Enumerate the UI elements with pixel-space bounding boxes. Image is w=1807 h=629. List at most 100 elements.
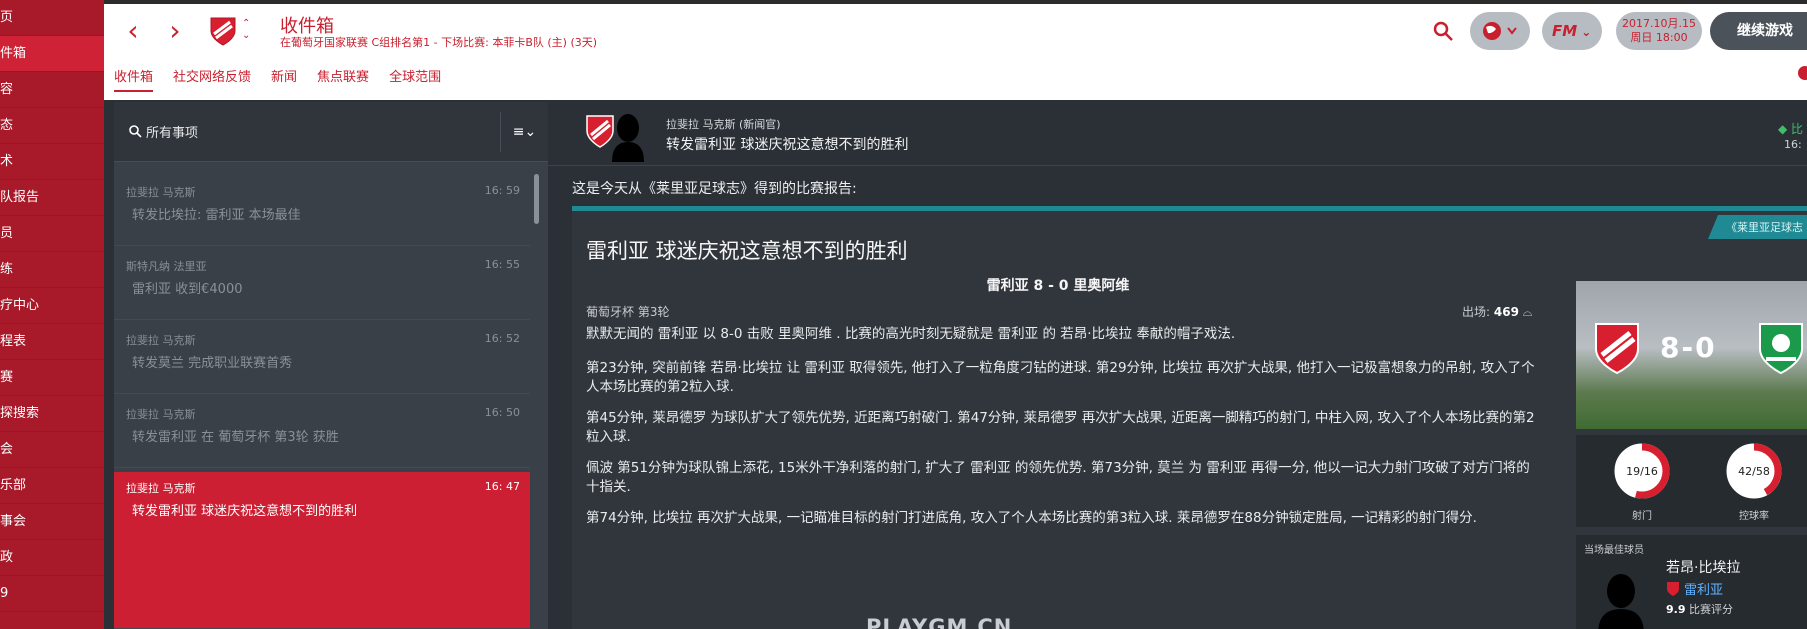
list-scrollbar[interactable]	[534, 174, 539, 224]
away-club-badge-icon	[1759, 323, 1803, 375]
stadium-icon: ⌓	[1522, 305, 1533, 319]
match-score: 8-0	[1660, 331, 1717, 364]
header-tab[interactable]: 社交网络反馈	[173, 66, 251, 92]
message-subject: 转发比埃拉: 雷利亚 本场最佳	[132, 208, 301, 223]
report-score-line[interactable]: 雷利亚 8 - 0 里奥阿维	[572, 275, 1544, 295]
date-display[interactable]: 2017.10月.15 周日 18:00	[1616, 12, 1702, 50]
home-club-badge-icon	[1595, 323, 1639, 375]
fm-logo: FM	[1552, 22, 1578, 40]
player-avatar	[1598, 574, 1644, 629]
sidebar-item[interactable]: 术	[0, 144, 104, 180]
date-text: 2017.10月.15	[1622, 17, 1696, 30]
message-from: 斯特凡纳 法里亚	[126, 260, 207, 273]
globe-icon	[1483, 22, 1517, 40]
header: ‹ › ⌃ ⌄ 收件箱 在葡萄牙国家联赛 C组排名第1 - 下场比赛: 本菲卡B队…	[104, 0, 1807, 100]
fm-menu-button[interactable]: FM ⌄	[1542, 12, 1602, 50]
message-from: 拉斐拉 马克斯	[126, 482, 196, 495]
header-tab[interactable]: 全球范围	[389, 66, 441, 92]
app-window: 页件箱容态术队报告员练疗中心 程表赛探搜索会乐部 事会政 9 ‹ › ⌃ ⌄ 收件箱 在…	[0, 0, 1807, 629]
potm-rating-value: 9.9	[1666, 603, 1686, 616]
search-icon	[129, 125, 142, 138]
header-tab[interactable]: 焦点联赛	[317, 66, 369, 92]
forward-arrow-icon[interactable]: ›	[160, 16, 190, 46]
message-time: 16: 52	[484, 332, 520, 345]
search-icon[interactable]	[1432, 20, 1454, 42]
sidebar-item[interactable]: 队报告	[0, 180, 104, 216]
inbox-message-row[interactable]: 拉斐拉 马克斯 16: 50 转发雷利亚 在 葡萄牙杯 第3轮 获胜	[114, 398, 530, 468]
potm-title: 当场最佳球员	[1584, 545, 1644, 556]
match-flag-label: 比	[1791, 122, 1804, 136]
sidebar-item[interactable]: 件箱	[0, 36, 104, 72]
club-badge-icon	[1667, 582, 1679, 596]
match-stats-card[interactable]: 19/16 射门 42/58 控球率	[1576, 435, 1807, 527]
match-score-card[interactable]: 8-0	[1576, 281, 1807, 429]
report-paragraph: 佩波 第51分钟为球队锦上添花, 15米外干净利落的射门, 扩大了 雷利亚 的领…	[586, 460, 1530, 495]
sidebar-item[interactable]: 容	[0, 72, 104, 108]
message-time: 16: 50	[484, 406, 520, 419]
message-subject: 转发雷利亚 球迷庆祝这意想不到的胜利	[666, 137, 909, 153]
message-subject: 转发雷利亚 球迷庆祝这意想不到的胜利	[132, 504, 358, 519]
sidebar-item[interactable]: 态	[0, 108, 104, 144]
possession-ring: 42/58	[1726, 443, 1782, 499]
window-top-bar	[104, 0, 1807, 4]
header-tabs: 收件箱 社交网络反馈 新闻 焦点联赛 全球范围	[114, 66, 441, 92]
world-menu-button[interactable]	[1470, 12, 1530, 50]
potm-rating: 9.9 比赛评分	[1666, 601, 1733, 617]
sidebar-item[interactable]: 探搜索	[0, 396, 104, 432]
sort-menu-button[interactable]: ≡⌄	[500, 112, 548, 152]
sidebar-item[interactable]: 乐部	[0, 468, 104, 504]
message-from: 拉斐拉 马克斯	[126, 186, 196, 199]
notification-dot[interactable]	[1798, 66, 1807, 80]
club-switch-icon[interactable]: ⌃ ⌄	[242, 18, 250, 42]
sidebar: 页件箱容态术队报告员练疗中心 程表赛探搜索会乐部 事会政 9	[0, 0, 104, 629]
shots-ring: 19/16	[1614, 443, 1670, 499]
report-paragraph: 第74分钟, 比埃拉 再次扩大战果, 一记瞄准目标的射门打进底角, 攻入了个人本…	[586, 510, 1477, 526]
inbox-message-row[interactable]: 拉斐拉 马克斯 16: 52 转发莫兰 完成职业联赛首秀	[114, 324, 530, 394]
competition-label[interactable]: 葡萄牙杯 第3轮	[586, 303, 669, 320]
sidebar-item[interactable]: 9	[0, 576, 104, 612]
shots-value: 19/16	[1626, 465, 1658, 478]
sidebar-item[interactable]: 政	[0, 540, 104, 576]
message-intro: 这是今天从《莱里亚足球志》得到的比赛报告:	[572, 181, 857, 197]
inbox-message-row[interactable]: 斯特凡纳 法里亚 16: 55 雷利亚 收到€4000	[114, 250, 530, 320]
sidebar-item[interactable]: 员	[0, 216, 104, 252]
tag-icon: ◆	[1778, 122, 1792, 136]
sidebar-item[interactable]: 事会	[0, 504, 104, 540]
potm-club-name[interactable]: 雷利亚	[1684, 579, 1723, 598]
attendance-label: 出场:	[1462, 305, 1491, 319]
player-of-match-card[interactable]: 当场最佳球员 若昂·比埃拉 雷利亚 9.9 比赛评分	[1576, 535, 1807, 629]
inbox-message-row[interactable]: 拉斐拉 马克斯 16: 59 转发比埃拉: 雷利亚 本场最佳	[114, 176, 530, 246]
message-from: 拉斐拉 马克斯	[126, 408, 196, 421]
continue-game-button[interactable]: 继续游戏	[1710, 12, 1807, 50]
match-report: 《莱里亚足球志 雷利亚 球迷庆祝这意想不到的胜利 雷利亚 8 - 0 里奥阿维 …	[572, 206, 1807, 629]
shots-label: 射门	[1632, 511, 1652, 522]
sidebar-item[interactable]: 会	[0, 432, 104, 468]
message-time: 16: 47	[484, 480, 520, 493]
inbox-filter-bar[interactable]: 所有事项 ≡⌄	[114, 102, 548, 162]
attendance: 出场: 469 ⌓	[1462, 303, 1532, 320]
sender-name[interactable]: 拉斐拉 马克斯 (新闻官)	[666, 116, 781, 132]
back-arrow-icon[interactable]: ‹	[118, 16, 148, 46]
attendance-value: 469	[1493, 305, 1519, 319]
report-paragraph: 默默无闻的 雷利亚 以 8-0 击败 里奥阿维 . 比赛的高光时刻无疑就是 雷利…	[586, 326, 1236, 342]
potm-rating-label: 比赛评分	[1689, 603, 1733, 616]
message-header: 拉斐拉 马克斯 (新闻官) 转发雷利亚 球迷庆祝这意想不到的胜利 ◆ 比 16:	[548, 102, 1807, 166]
sidebar-item[interactable]: 疗中心	[0, 288, 104, 324]
header-tab[interactable]: 新闻	[271, 66, 297, 92]
message-time: 16: 55	[484, 258, 520, 271]
sidebar-item[interactable]: 赛	[0, 360, 104, 396]
match-flag[interactable]: ◆ 比	[1778, 120, 1803, 137]
page-subtitle: 在葡萄牙国家联赛 C组排名第1 - 下场比赛: 本菲卡B队 (主) (3天)	[280, 36, 598, 49]
potm-player-name[interactable]: 若昂·比埃拉	[1666, 557, 1740, 577]
club-badge-icon[interactable]	[210, 16, 236, 46]
sender-avatar	[612, 114, 644, 162]
message-from: 拉斐拉 马克斯	[126, 334, 196, 347]
sidebar-item[interactable]: 程表	[0, 324, 104, 360]
report-headline: 雷利亚 球迷庆祝这意想不到的胜利	[586, 239, 908, 263]
filter-label: 所有事项	[146, 126, 199, 141]
possession-label: 控球率	[1739, 511, 1769, 522]
header-tab[interactable]: 收件箱	[114, 66, 154, 92]
sidebar-item[interactable]: 练	[0, 252, 104, 288]
inbox-message-row[interactable]: 拉斐拉 马克斯 16: 47 转发雷利亚 球迷庆祝这意想不到的胜利	[114, 472, 530, 629]
sidebar-item[interactable]: 页	[0, 0, 104, 36]
